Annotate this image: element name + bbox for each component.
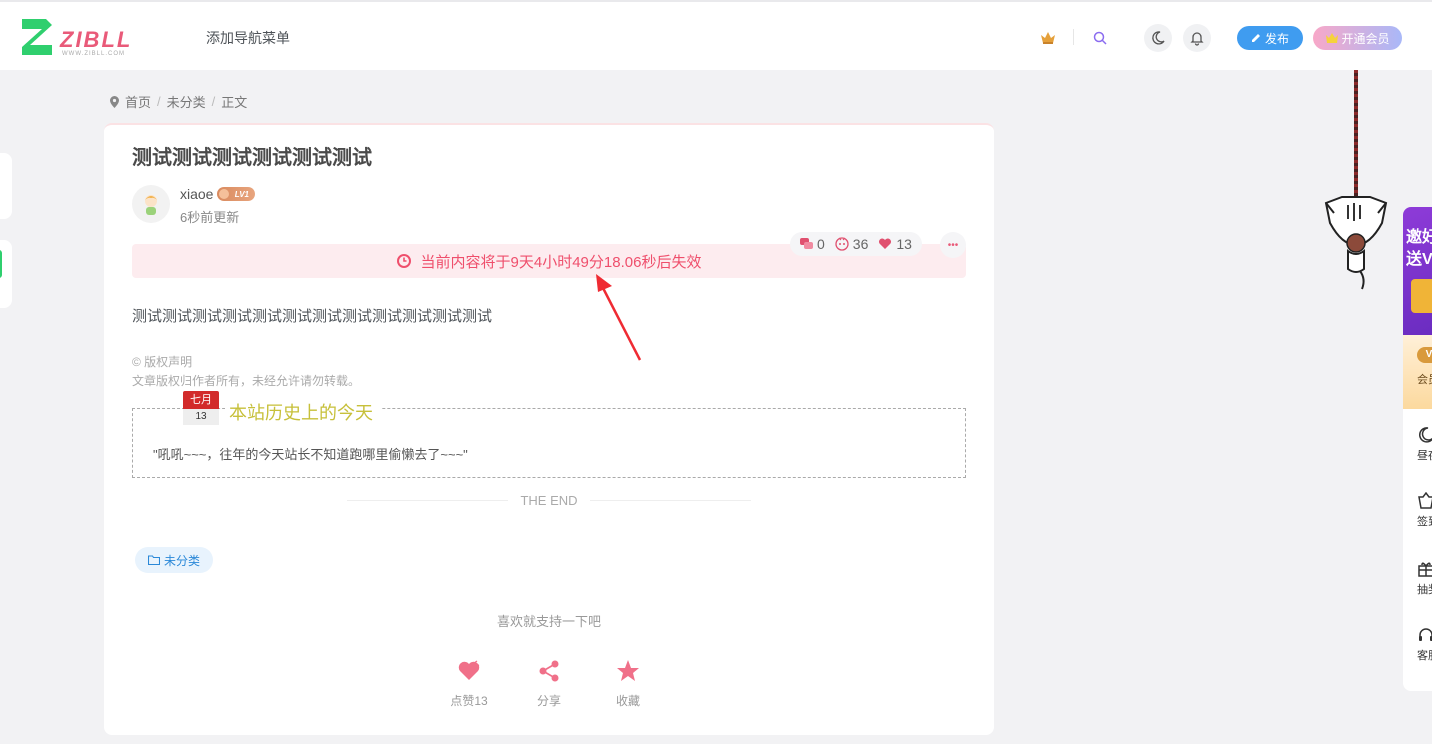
support-text: 喜欢就支持一下吧 xyxy=(496,614,601,629)
site-logo[interactable]: ZIBLL WWW.ZIBLL.COM xyxy=(22,18,142,58)
moon-icon xyxy=(1152,31,1165,45)
post-stats: 0 36 13 xyxy=(790,232,922,256)
update-time: 6秒前更新 xyxy=(180,210,240,225)
breadcrumb: 首页 / 未分类 / 正文 xyxy=(110,92,247,111)
search-icon[interactable] xyxy=(1086,24,1114,52)
author-name[interactable]: xiaoe xyxy=(180,186,213,202)
eye-face-icon xyxy=(835,237,849,251)
breadcrumb-current: 正文 xyxy=(221,95,248,110)
history-title: 本站历史上的今天 xyxy=(225,399,381,425)
like-label: 点赞13 xyxy=(450,694,488,708)
lottery-label: 抽奖 xyxy=(1417,584,1432,596)
calendar-day: 13 xyxy=(183,409,219,425)
the-end-divider: THE END xyxy=(347,492,751,508)
site-header: ZIBLL WWW.ZIBLL.COM 添加导航菜单 发布 开通会员 xyxy=(0,0,1432,70)
level-badge: LV1 xyxy=(217,187,255,201)
view-count: 36 xyxy=(835,236,869,252)
invite-banner-line1: 邀好 xyxy=(1406,229,1432,246)
history-today-box: 七月 13 本站历史上的今天 "吼吼~~~，往年的今天站长不知道跑哪里偷懒去了~… xyxy=(132,391,966,478)
copyright-title: © 版权声明 xyxy=(132,355,193,369)
share-icon xyxy=(539,660,559,682)
comment-icon xyxy=(800,238,813,249)
checkin-button[interactable]: 签到 xyxy=(1417,489,1432,529)
vip-promo[interactable]: V 会员 xyxy=(1403,335,1432,409)
theme-toggle-button[interactable] xyxy=(1144,24,1172,52)
lottery-button[interactable]: 抽奖 xyxy=(1417,557,1432,597)
calendar-icon: 七月 13 xyxy=(183,391,219,427)
like-count[interactable]: 13 xyxy=(878,236,912,252)
star-icon xyxy=(617,660,639,681)
like-count-value: 13 xyxy=(896,236,912,252)
header-divider xyxy=(1073,29,1074,45)
comment-count-value: 0 xyxy=(817,236,825,252)
breadcrumb-home[interactable]: 首页 xyxy=(125,92,151,111)
post-body: 测试测试测试测试测试测试测试测试测试测试测试测试 xyxy=(132,308,493,325)
day-night-toggle[interactable]: 昼夜 xyxy=(1417,423,1432,463)
history-text: "吼吼~~~，往年的今天站长不知道跑哪里偷懒去了~~~" xyxy=(153,447,468,462)
copyright-text: 文章版权归作者所有，未经允许请勿转载。 xyxy=(132,374,361,388)
right-floating-panel: 邀好 送V V 会员 昼夜 签到 抽奖 客服 xyxy=(1403,207,1432,691)
logo-text: ZIBLL xyxy=(60,27,133,52)
open-vip-button[interactable]: 开通会员 xyxy=(1313,26,1402,50)
annotation-arrow-icon xyxy=(596,274,642,361)
like-button[interactable]: 点赞13 xyxy=(439,658,499,709)
checkin-label: 签到 xyxy=(1417,516,1432,528)
left-float-widget-green[interactable] xyxy=(0,240,12,308)
calendar-month: 七月 xyxy=(183,391,219,409)
the-end-label: THE END xyxy=(520,492,578,508)
post-title: 测试测试测试测试测试测试 xyxy=(132,147,372,169)
favorite-label: 收藏 xyxy=(615,694,640,708)
vip-promo-label: 会员 xyxy=(1417,374,1432,386)
vip-label: 开通会员 xyxy=(1341,31,1390,46)
more-options-button[interactable]: ••• xyxy=(940,232,966,258)
bell-icon xyxy=(1190,32,1204,46)
logo-subtext: WWW.ZIBLL.COM xyxy=(62,51,125,57)
gift-icon xyxy=(1418,562,1432,577)
logo-mark-icon xyxy=(22,19,52,55)
favorite-button[interactable]: 收藏 xyxy=(598,658,658,709)
category-tag[interactable]: 未分类 xyxy=(135,547,214,573)
share-label: 分享 xyxy=(536,694,561,708)
checkin-icon xyxy=(1418,492,1432,509)
left-float-widget[interactable] xyxy=(0,153,12,219)
article-card: 测试测试测试测试测试测试 xiaoe LV1 6秒前更新 当前内容将于9天4小时… xyxy=(104,123,994,735)
red-packet-icon xyxy=(1411,279,1432,313)
comment-count[interactable]: 0 xyxy=(800,236,825,252)
invite-banner[interactable]: 邀好 送V xyxy=(1403,207,1432,335)
hanging-cat-icon[interactable] xyxy=(1320,193,1392,293)
publish-label: 发布 xyxy=(1264,31,1289,46)
location-pin-icon xyxy=(110,95,119,108)
vip-badge: V xyxy=(1417,347,1432,363)
breadcrumb-separator: / xyxy=(157,94,161,109)
pencil-icon xyxy=(1251,34,1260,42)
nav-menu-item[interactable]: 添加导航菜单 xyxy=(206,28,290,48)
avatar[interactable] xyxy=(132,185,170,223)
hanging-rope xyxy=(1354,70,1358,200)
heart-icon xyxy=(879,238,892,249)
crown-icon[interactable] xyxy=(1036,24,1060,52)
ellipsis-icon: ••• xyxy=(947,239,959,251)
crown-icon xyxy=(1326,33,1339,43)
folder-icon xyxy=(148,555,160,565)
day-night-label: 昼夜 xyxy=(1417,450,1432,462)
breadcrumb-separator: / xyxy=(211,94,216,109)
category-tag-label: 未分类 xyxy=(164,553,201,568)
invite-banner-line2: 送V xyxy=(1406,251,1432,268)
expire-notice-text: 当前内容将于9天4小时49分18.06秒后失效 xyxy=(420,253,702,271)
view-count-value: 36 xyxy=(852,236,869,252)
breadcrumb-category[interactable]: 未分类 xyxy=(167,92,206,111)
heart-like-icon xyxy=(458,660,480,680)
customer-service-label: 客服 xyxy=(1417,650,1432,662)
headset-icon xyxy=(1419,628,1432,641)
moon-icon xyxy=(1418,427,1432,443)
share-button[interactable]: 分享 xyxy=(519,658,579,709)
customer-service-button[interactable]: 客服 xyxy=(1417,623,1432,663)
notification-button[interactable] xyxy=(1183,24,1211,52)
publish-button[interactable]: 发布 xyxy=(1237,26,1303,50)
clock-icon xyxy=(396,254,411,268)
